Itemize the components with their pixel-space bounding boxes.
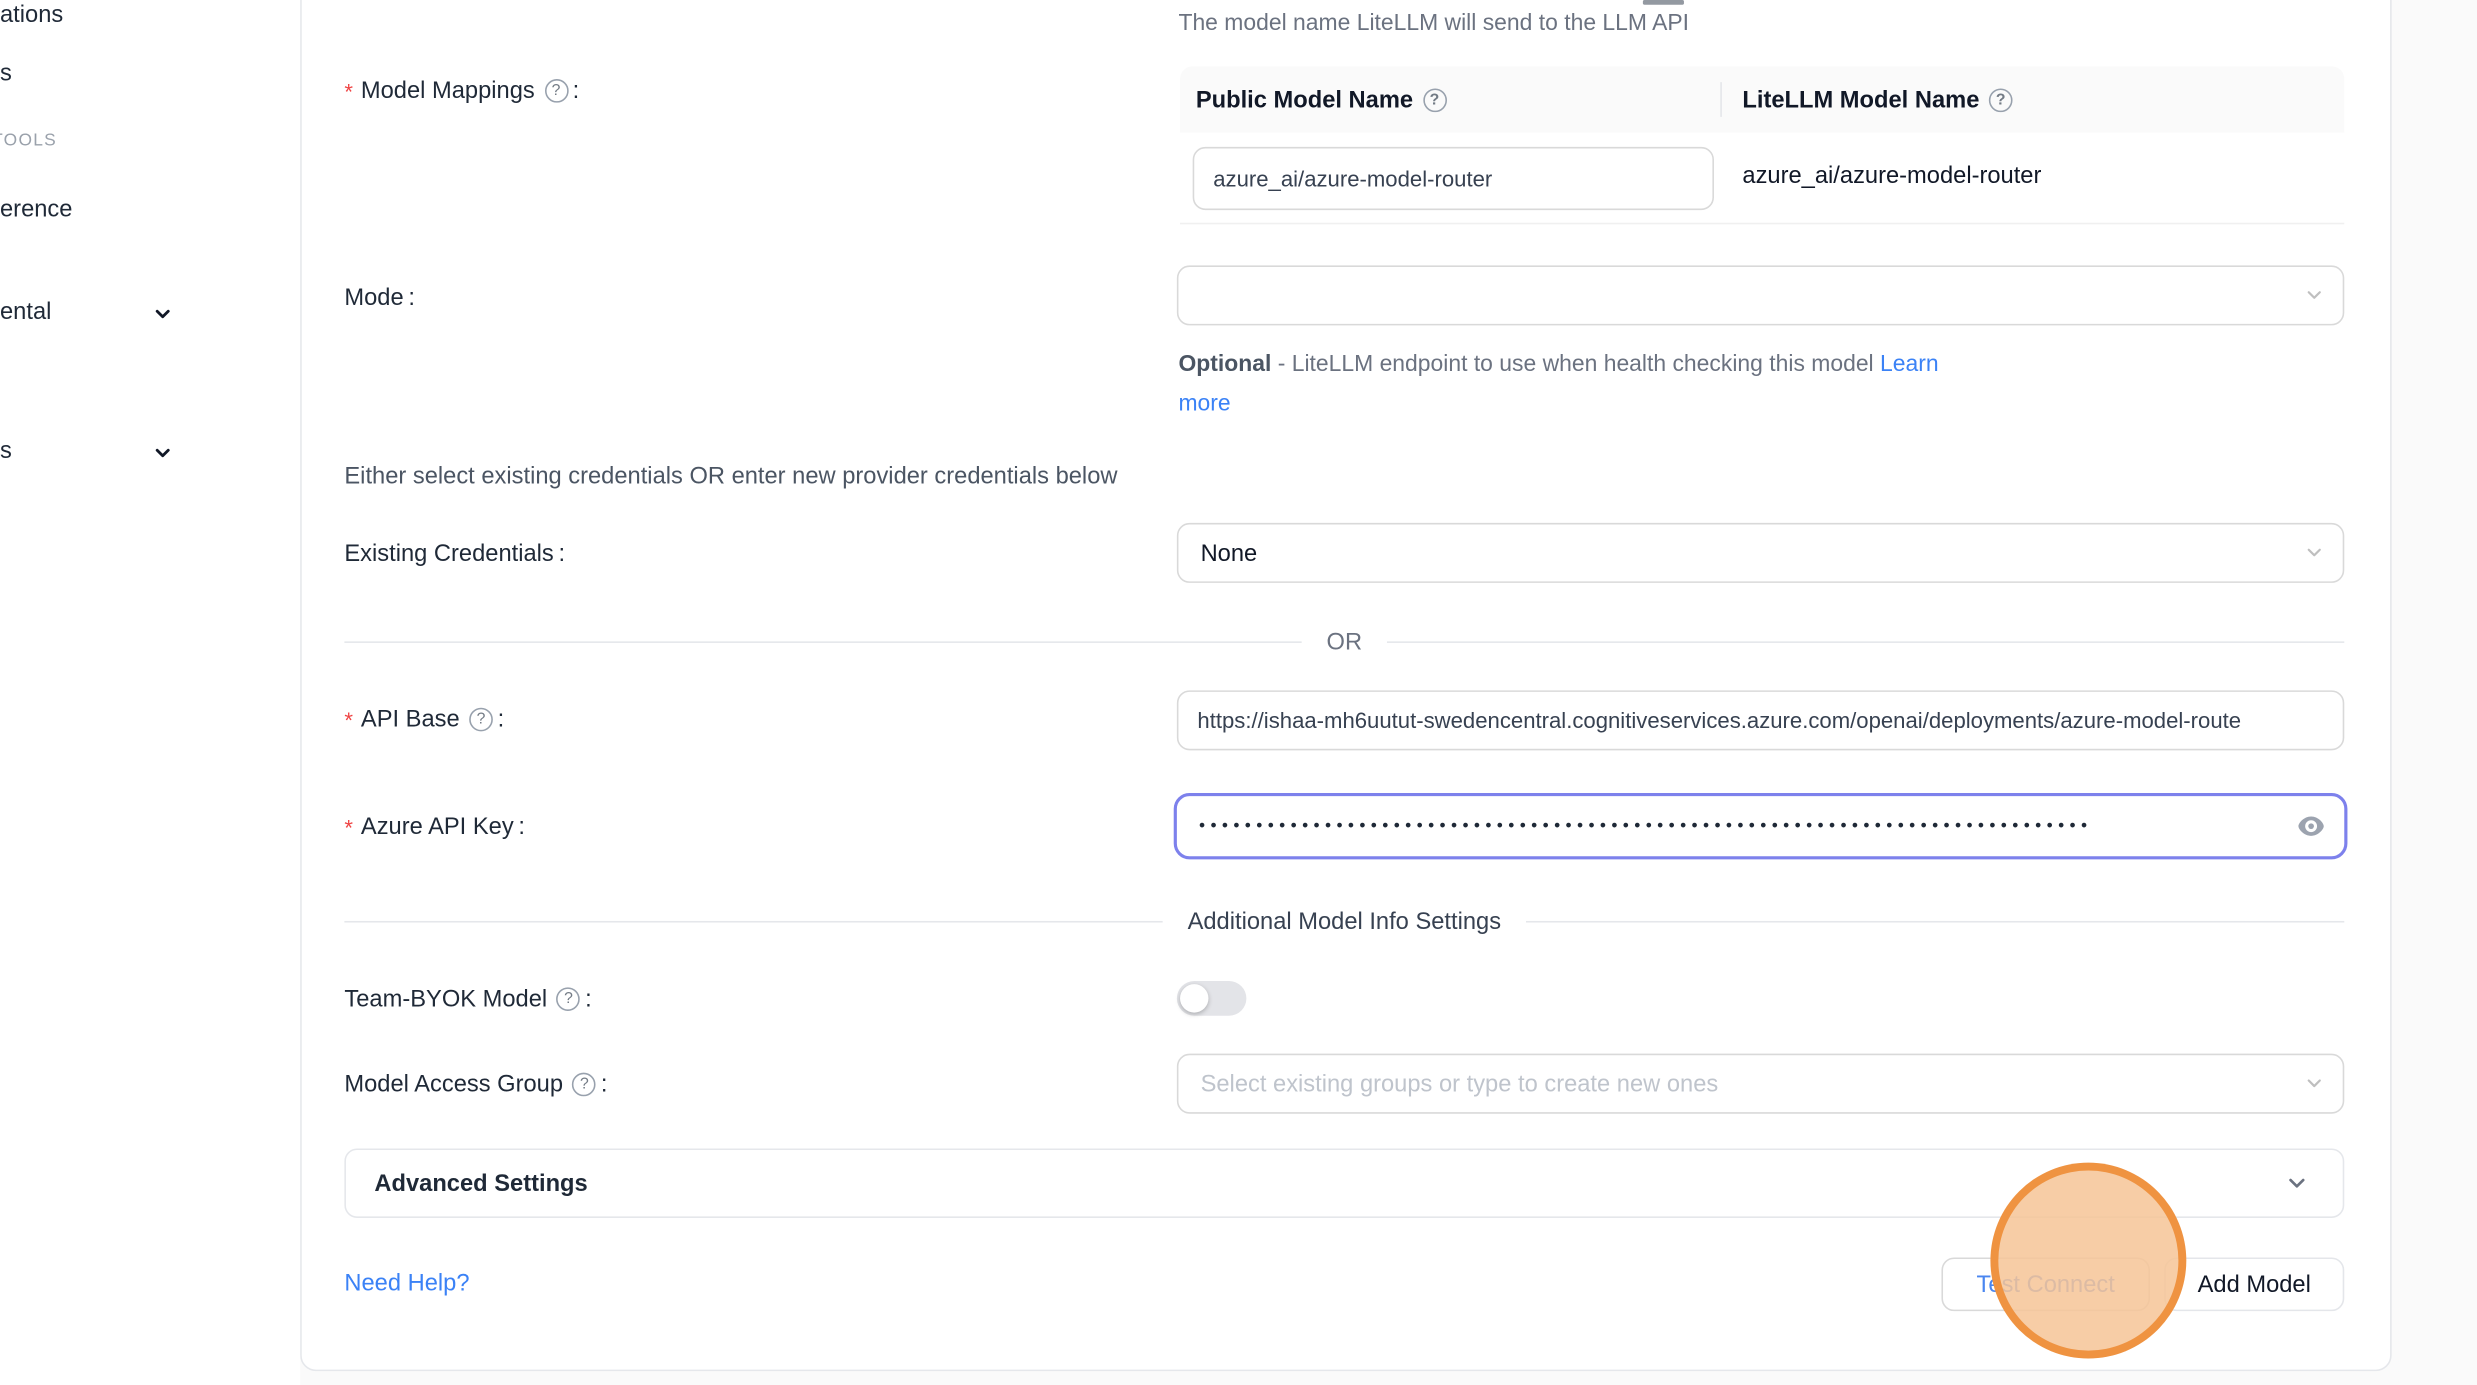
- need-help-link[interactable]: Need Help?: [344, 1270, 469, 1297]
- required-asterisk: *: [344, 78, 353, 103]
- sidebar-item-clipped-5[interactable]: s: [0, 438, 12, 465]
- help-question-icon[interactable]: ?: [469, 708, 493, 732]
- azure-api-key-input[interactable]: ••••••••••••••••••••••••••••••••••••••••…: [1174, 793, 2348, 859]
- existing-credentials-select[interactable]: None: [1177, 523, 2344, 583]
- advanced-settings-panel[interactable]: Advanced Settings: [344, 1148, 2344, 1218]
- help-question-icon[interactable]: ?: [1423, 88, 1447, 112]
- litellm-model-name-value: azure_ai/azure-model-router: [1742, 163, 2041, 190]
- test-connect-button[interactable]: Test Connect: [1941, 1257, 2150, 1311]
- help-question-icon[interactable]: ?: [1989, 88, 2013, 112]
- team-byok-toggle[interactable]: [1177, 981, 1247, 1016]
- model-mapping-help-text: The model name LiteLLM will send to the …: [1178, 11, 1689, 36]
- additional-settings-divider: Additional Model Info Settings: [344, 908, 2344, 935]
- model-access-group-select[interactable]: Select existing groups or type to create…: [1177, 1054, 2344, 1114]
- help-question-icon[interactable]: ?: [544, 79, 568, 103]
- add-model-button[interactable]: Add Model: [2164, 1257, 2344, 1311]
- required-asterisk: *: [344, 707, 353, 732]
- column-header-litellm-model-name: LiteLLM Model Name ?: [1742, 86, 2012, 113]
- existing-credentials-label: Existing Credentials :: [344, 540, 565, 567]
- table-row: azure_ai/azure-model-router azure_ai/azu…: [1180, 133, 2344, 225]
- chevron-down-icon: [2305, 1074, 2324, 1093]
- model-mappings-table: Public Model Name ? LiteLLM Model Name ?…: [1180, 66, 2344, 224]
- sidebar-item-clipped-3[interactable]: erence: [0, 196, 72, 223]
- or-divider: OR: [344, 629, 2344, 656]
- team-byok-label: Team-BYOK Model ? :: [344, 986, 591, 1013]
- column-header-public-model-name: Public Model Name ?: [1180, 86, 1742, 113]
- toggle-knob: [1180, 984, 1208, 1012]
- public-model-name-input[interactable]: azure_ai/azure-model-router: [1193, 147, 1714, 210]
- app-window: ations s TOOLS erence ental s The model …: [0, 0, 2477, 1385]
- chevron-down-icon[interactable]: [152, 442, 174, 464]
- mode-help-text: Optional - LiteLLM endpoint to use when …: [1178, 346, 1987, 425]
- help-question-icon[interactable]: ?: [572, 1073, 596, 1097]
- sidebar-item-clipped-2[interactable]: s: [0, 60, 12, 87]
- clipped-text-artifact: [1643, 0, 1684, 5]
- chevron-down-icon[interactable]: [152, 303, 174, 325]
- chevron-down-icon: [2286, 1172, 2308, 1194]
- existing-credentials-value: None: [1201, 539, 1258, 566]
- chevron-down-icon: [2305, 543, 2324, 562]
- eye-icon[interactable]: [2295, 812, 2327, 840]
- mode-select[interactable]: [1177, 265, 2344, 325]
- masked-password-value: ••••••••••••••••••••••••••••••••••••••••…: [1199, 817, 2092, 836]
- chevron-down-icon: [2305, 286, 2324, 305]
- model-mappings-label: * Model Mappings ? :: [344, 77, 579, 104]
- sidebar: ations s TOOLS erence ental s: [0, 0, 300, 1385]
- sidebar-item-clipped-1[interactable]: ations: [0, 2, 63, 29]
- table-header-row: Public Model Name ? LiteLLM Model Name ?: [1180, 66, 2344, 132]
- api-base-label: * API Base ? :: [344, 706, 504, 733]
- credentials-note: Either select existing credentials OR en…: [344, 463, 1117, 490]
- help-question-icon[interactable]: ?: [557, 987, 581, 1011]
- model-access-group-label: Model Access Group ? :: [344, 1071, 607, 1098]
- mode-label: Mode :: [344, 284, 415, 311]
- sidebar-item-clipped-4[interactable]: ental: [0, 299, 51, 326]
- advanced-settings-label: Advanced Settings: [374, 1170, 2285, 1197]
- api-base-input[interactable]: https://ishaa-mh6uutut-swedencentral.cog…: [1177, 690, 2344, 750]
- required-asterisk: *: [344, 814, 353, 839]
- sidebar-section-tools: TOOLS: [0, 131, 57, 150]
- azure-api-key-label: * Azure API Key :: [344, 814, 525, 841]
- column-divider: [1720, 82, 1722, 117]
- model-access-group-placeholder: Select existing groups or type to create…: [1201, 1070, 1719, 1097]
